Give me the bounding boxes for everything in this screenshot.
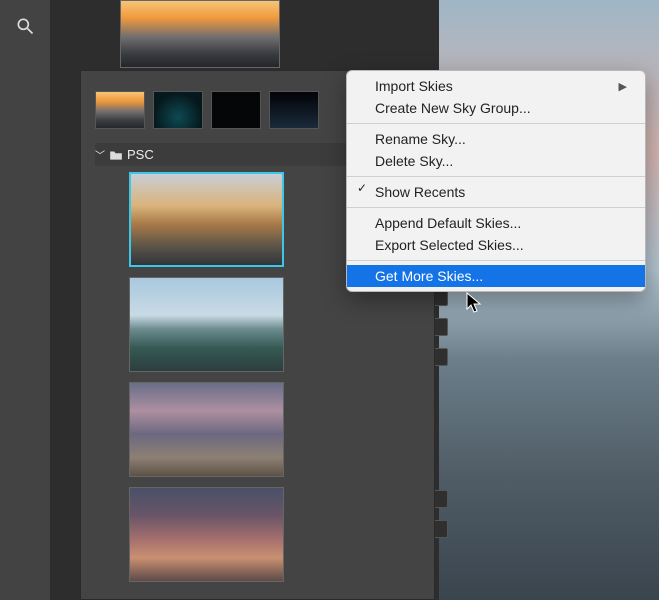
sky-thumb[interactable]	[129, 172, 284, 267]
folder-icon	[109, 149, 123, 161]
zoom-tool-icon[interactable]	[9, 10, 41, 42]
sky-thumb[interactable]	[129, 487, 284, 582]
recent-thumb[interactable]	[95, 91, 145, 129]
menu-label: Export Selected Skies...	[375, 237, 524, 253]
preview-strip	[80, 0, 305, 70]
recent-thumbs-row	[95, 91, 319, 129]
menu-label: Append Default Skies...	[375, 215, 521, 231]
menu-delete-sky[interactable]: Delete Sky...	[347, 150, 645, 172]
menu-separator	[347, 207, 645, 208]
menu-label: Create New Sky Group...	[375, 100, 531, 116]
current-sky-preview	[120, 0, 280, 68]
menu-separator	[347, 123, 645, 124]
recent-thumb[interactable]	[153, 91, 203, 129]
recent-thumb[interactable]	[269, 91, 319, 129]
menu-label: Import Skies	[375, 78, 453, 94]
menu-label: Get More Skies...	[375, 268, 483, 284]
menu-show-recents[interactable]: Show Recents	[347, 181, 645, 203]
sky-thumb[interactable]	[129, 382, 284, 477]
chevron-down-icon: ﹀	[95, 147, 105, 162]
menu-label: Rename Sky...	[375, 131, 466, 147]
menu-rename-sky[interactable]: Rename Sky...	[347, 128, 645, 150]
sky-context-menu: Import Skies ▶ Create New Sky Group... R…	[346, 70, 646, 292]
menu-label: Show Recents	[375, 184, 465, 200]
check-icon: ✓	[357, 181, 367, 195]
chevron-right-icon: ▶	[619, 80, 627, 93]
group-name: PSC	[127, 147, 154, 162]
sky-thumb[interactable]	[129, 277, 284, 372]
menu-label: Delete Sky...	[375, 153, 453, 169]
menu-export-selected-skies[interactable]: Export Selected Skies...	[347, 234, 645, 256]
menu-create-sky-group[interactable]: Create New Sky Group...	[347, 97, 645, 119]
menu-separator	[347, 176, 645, 177]
menu-import-skies[interactable]: Import Skies ▶	[347, 75, 645, 97]
recent-thumb[interactable]	[211, 91, 261, 129]
menu-append-default-skies[interactable]: Append Default Skies...	[347, 212, 645, 234]
menu-separator	[347, 260, 645, 261]
menu-get-more-skies[interactable]: Get More Skies...	[347, 265, 645, 287]
tool-sidebar	[0, 0, 50, 600]
